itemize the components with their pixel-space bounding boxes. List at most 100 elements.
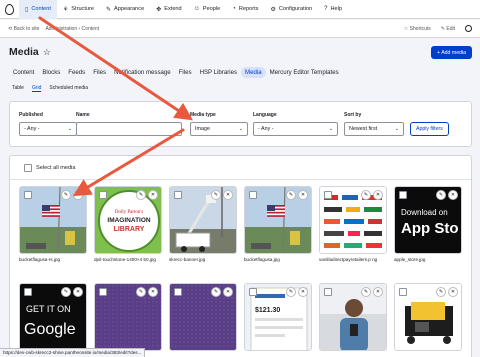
remove-x-icon[interactable]: ✕: [73, 287, 83, 297]
remove-x-icon[interactable]: ✕: [223, 287, 233, 297]
back-to-site-link[interactable]: ⟲ Back to site: [8, 26, 39, 32]
media-card[interactable]: GET IT ON Google ✎ ✕: [19, 283, 87, 354]
nav-configuration[interactable]: ⚙ Configuration: [264, 0, 318, 19]
media-select-checkbox[interactable]: [99, 191, 107, 199]
media-card[interactable]: ✎ ✕: [94, 283, 162, 354]
nav-reports[interactable]: ◔ Reports: [226, 0, 264, 19]
media-thumbnail[interactable]: ✎ ✕: [319, 283, 387, 351]
remove-x-icon[interactable]: ✕: [148, 190, 158, 200]
media-select-checkbox[interactable]: [249, 288, 257, 296]
tab-files[interactable]: Files: [175, 67, 196, 78]
media-card[interactable]: ✎ ✕ bucketflagusa.jpg: [244, 186, 312, 263]
media-select-checkbox[interactable]: [324, 288, 332, 296]
remove-x-icon[interactable]: ✕: [373, 287, 383, 297]
tab-blocks[interactable]: Blocks: [38, 67, 64, 78]
media-thumbnail[interactable]: GET IT ON Google ✎ ✕: [19, 283, 87, 351]
media-thumbnail[interactable]: ✎ ✕: [169, 283, 237, 351]
sort-by-select[interactable]: Newest first ⌄: [344, 122, 404, 136]
media-card[interactable]: ✎ ✕: [169, 283, 237, 354]
name-input[interactable]: [76, 122, 182, 136]
edit-pencil-icon[interactable]: ✎: [136, 287, 146, 297]
breadcrumb[interactable]: Administration › Content: [45, 26, 403, 32]
media-thumbnail[interactable]: $121.30 ✎ ✕: [244, 283, 312, 351]
media-card[interactable]: ✎ ✕ skrecc-banner.jpg: [169, 186, 237, 263]
tab-content[interactable]: Content: [9, 67, 38, 78]
edit-pencil-icon[interactable]: ✎: [361, 190, 371, 200]
edit-pencil-icon[interactable]: ✎: [436, 287, 446, 297]
media-thumbnail[interactable]: Download on App Sto ✎ ✕: [394, 186, 462, 254]
media-select-checkbox[interactable]: [249, 191, 257, 199]
nav-extend[interactable]: ✥ Extend: [150, 0, 187, 19]
media-filename: vanilladirectpayretailers.p ng: [319, 257, 378, 262]
remove-x-icon[interactable]: ✕: [73, 190, 83, 200]
subtab-grid[interactable]: Grid: [31, 85, 42, 92]
edit-pencil-icon[interactable]: ✎: [61, 190, 71, 200]
edit-pencil-icon[interactable]: ✎: [61, 287, 71, 297]
media-card[interactable]: ✎ ✕: [394, 283, 462, 354]
media-select-checkbox[interactable]: [24, 191, 32, 199]
tab-notification-message[interactable]: Notification message: [110, 67, 175, 78]
media-thumbnail[interactable]: ✎ ✕: [244, 186, 312, 254]
media-card[interactable]: ✎ ✕ bucketflagusa-rs.jpg: [19, 186, 87, 263]
media-select-checkbox[interactable]: [324, 191, 332, 199]
media-card[interactable]: Download on App Sto ✎ ✕ apple_store.jpg: [394, 186, 462, 263]
remove-x-icon[interactable]: ✕: [148, 287, 158, 297]
tab-files[interactable]: Files: [89, 67, 110, 78]
media-thumbnail[interactable]: Dolly Parton's IMAGINATION LIBRARY ✎ ✕: [94, 186, 162, 254]
media-select-checkbox[interactable]: [99, 288, 107, 296]
media-card[interactable]: ✎ ✕: [319, 283, 387, 354]
user-icon[interactable]: [465, 25, 472, 32]
edit-link[interactable]: ✎ Edit: [441, 26, 455, 32]
remove-x-icon[interactable]: ✕: [373, 190, 383, 200]
remove-x-icon[interactable]: ✕: [223, 190, 233, 200]
published-select[interactable]: - Any - ⌄: [19, 122, 77, 136]
tab-feeds[interactable]: Feeds: [64, 67, 89, 78]
media-thumbnail[interactable]: ✎ ✕: [394, 283, 462, 351]
select-all-media[interactable]: Select all media: [24, 164, 76, 172]
shortcuts-link[interactable]: ☆ Shortcuts: [404, 26, 431, 32]
tab-media[interactable]: Media: [241, 67, 266, 78]
media-select-checkbox[interactable]: [24, 288, 32, 296]
media-card[interactable]: ✎ ✕ vanilladirectpayretailers.p ng: [319, 186, 387, 263]
remove-x-icon[interactable]: ✕: [298, 287, 308, 297]
media-select-checkbox[interactable]: [399, 191, 407, 199]
drupal-logo[interactable]: [0, 0, 19, 19]
media-card[interactable]: $121.30 ✎ ✕: [244, 283, 312, 354]
language-select[interactable]: - Any - ⌄: [253, 122, 338, 136]
subtab-table[interactable]: Table: [12, 85, 24, 92]
select-all-checkbox[interactable]: [24, 164, 32, 172]
nav-content[interactable]: ▯ Content: [19, 0, 57, 19]
nav-help[interactable]: ? Help: [318, 0, 348, 19]
tab-hsp-libraries[interactable]: HSP Libraries: [196, 67, 241, 78]
nav-appearance[interactable]: ✎ Appearance: [100, 0, 150, 19]
language-label: Language: [253, 112, 277, 118]
media-thumbnail[interactable]: ✎ ✕: [19, 186, 87, 254]
media-thumbnail[interactable]: ✎ ✕: [94, 283, 162, 351]
edit-pencil-icon[interactable]: ✎: [136, 190, 146, 200]
edit-pencil-icon[interactable]: ✎: [211, 287, 221, 297]
edit-pencil-icon[interactable]: ✎: [436, 190, 446, 200]
apply-filters-button[interactable]: Apply filters: [410, 122, 449, 136]
nav-structure[interactable]: ⚘ Structure: [57, 0, 100, 19]
edit-pencil-icon[interactable]: ✎: [361, 287, 371, 297]
edit-pencil-icon[interactable]: ✎: [286, 287, 296, 297]
media-thumbnail[interactable]: ✎ ✕: [169, 186, 237, 254]
nav-people[interactable]: ☺ People: [188, 0, 227, 19]
star-icon[interactable]: ☆: [43, 47, 51, 58]
media-card[interactable]: Dolly Parton's IMAGINATION LIBRARY ✎ ✕ dpi…: [94, 186, 162, 263]
nav-label: Appearance: [114, 6, 145, 12]
media-type-select[interactable]: Image ⌄: [190, 122, 248, 136]
subtab-scheduled-media[interactable]: Scheduled media: [49, 85, 88, 92]
remove-x-icon[interactable]: ✕: [448, 287, 458, 297]
media-select-checkbox[interactable]: [399, 288, 407, 296]
edit-pencil-icon[interactable]: ✎: [286, 190, 296, 200]
remove-x-icon[interactable]: ✕: [298, 190, 308, 200]
remove-x-icon[interactable]: ✕: [448, 190, 458, 200]
tab-mercury-editor-templates[interactable]: Mercury Editor Templates: [266, 67, 343, 78]
media-filename: dpil-touchstone-1400×4 50.jpg: [94, 257, 156, 262]
add-media-button[interactable]: + Add media: [431, 46, 472, 59]
edit-pencil-icon[interactable]: ✎: [211, 190, 221, 200]
media-thumbnail[interactable]: ✎ ✕: [319, 186, 387, 254]
media-select-checkbox[interactable]: [174, 191, 182, 199]
media-select-checkbox[interactable]: [174, 288, 182, 296]
